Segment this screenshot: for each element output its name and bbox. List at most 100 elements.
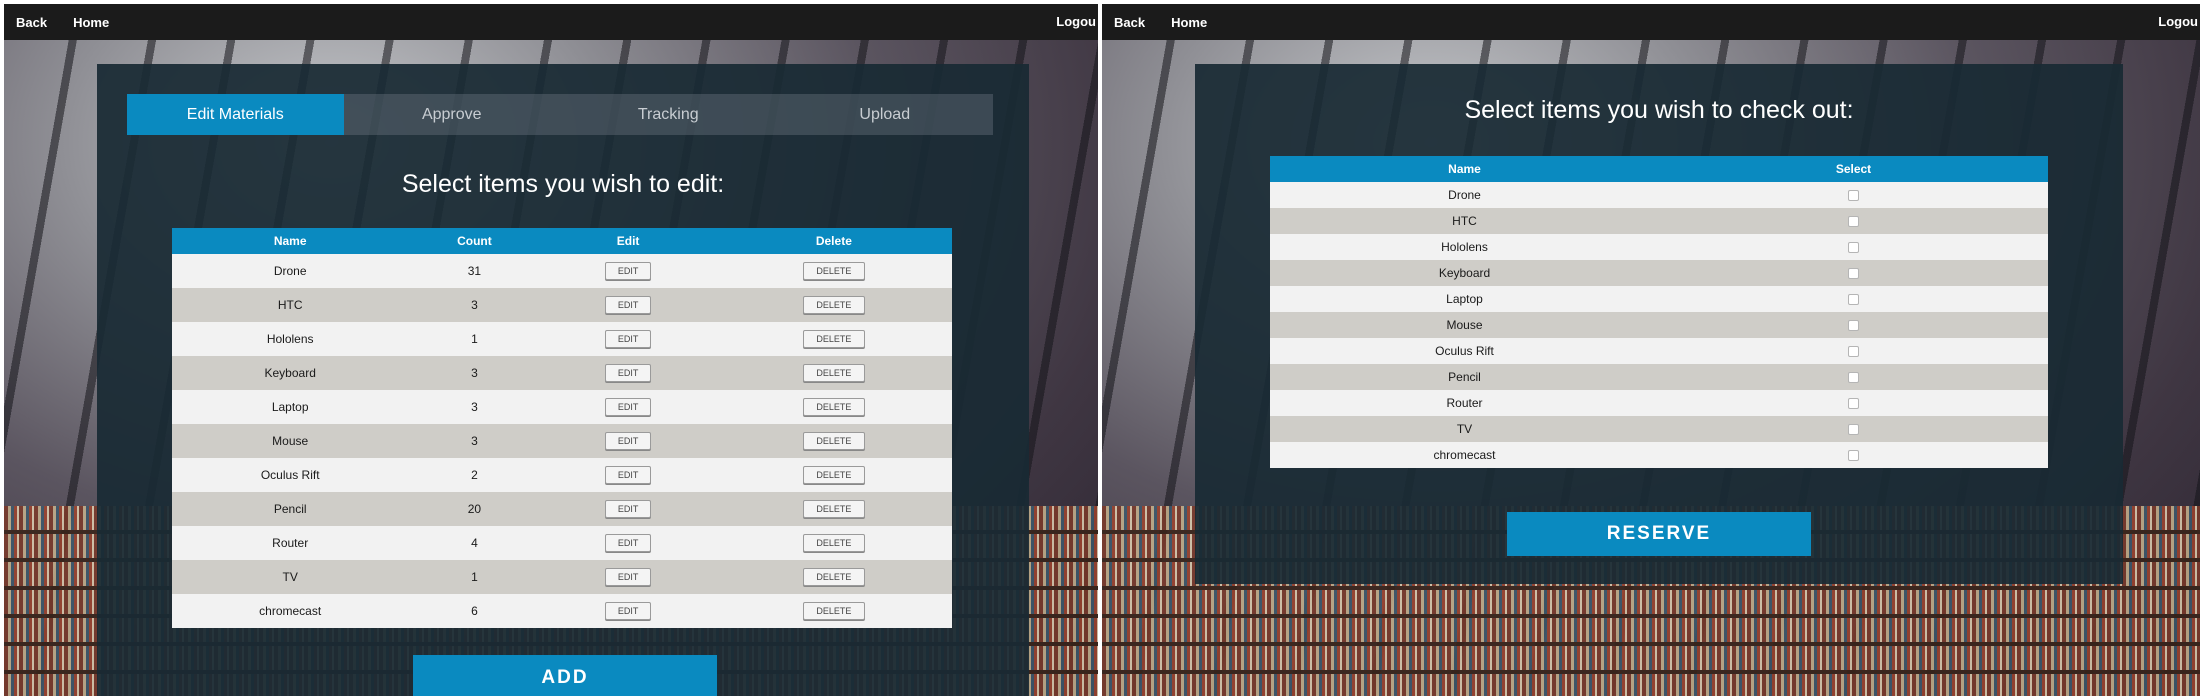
select-checkbox[interactable] xyxy=(1848,372,1859,384)
delete-button[interactable]: DELETE xyxy=(802,262,865,280)
edit-button[interactable]: EDIT xyxy=(605,330,652,348)
delete-button[interactable]: DELETE xyxy=(802,602,865,620)
table-row: Laptop 3 EDIT DELETE xyxy=(172,390,952,424)
edit-cell: EDIT xyxy=(540,254,716,288)
table-row: Laptop xyxy=(1270,286,2048,312)
select-checkbox[interactable] xyxy=(1848,398,1859,410)
select-checkbox[interactable] xyxy=(1848,424,1859,436)
item-count: 2 xyxy=(408,458,541,492)
tab-edit-materials[interactable]: Edit Materials xyxy=(127,94,344,135)
edit-cell: EDIT xyxy=(540,356,716,390)
column-header-edit: Edit xyxy=(540,228,716,254)
item-count: 3 xyxy=(408,356,541,390)
delete-cell: DELETE xyxy=(715,458,952,492)
item-name: Keyboard xyxy=(1270,260,1659,286)
tab-bar: Edit Materials Approve Tracking Upload xyxy=(127,94,993,135)
table-row: TV xyxy=(1270,416,2048,442)
edit-button[interactable]: EDIT xyxy=(605,466,652,484)
page-title: Select items you wish to edit: xyxy=(401,170,725,198)
table-row: Mouse 3 EDIT DELETE xyxy=(172,424,952,458)
delete-button[interactable]: DELETE xyxy=(802,398,865,416)
select-checkbox[interactable] xyxy=(1848,190,1859,202)
add-button[interactable]: ADD xyxy=(413,655,717,696)
edit-button[interactable]: EDIT xyxy=(605,262,652,280)
edit-materials-screen: Back Home Logou Edit Materials Approve T… xyxy=(4,4,1098,696)
delete-cell: DELETE xyxy=(715,288,952,322)
select-cell xyxy=(1659,312,2048,338)
item-count: 31 xyxy=(408,254,541,288)
back-link[interactable]: Back xyxy=(1114,15,1145,30)
edit-cell: EDIT xyxy=(540,458,716,492)
delete-button[interactable]: DELETE xyxy=(802,330,865,348)
table-row: Router 4 EDIT DELETE xyxy=(172,526,952,560)
table-row: Pencil xyxy=(1270,364,2048,390)
tab-upload[interactable]: Upload xyxy=(777,94,994,135)
select-cell xyxy=(1659,442,2048,468)
select-cell xyxy=(1659,416,2048,442)
edit-button[interactable]: EDIT xyxy=(605,432,652,450)
item-name: chromecast xyxy=(172,594,409,628)
delete-cell: DELETE xyxy=(715,492,952,526)
select-cell xyxy=(1659,286,2048,312)
item-name: Keyboard xyxy=(172,356,409,390)
item-count: 20 xyxy=(408,492,541,526)
tab-approve[interactable]: Approve xyxy=(344,94,561,135)
reserve-button[interactable]: RESERVE xyxy=(1507,512,1811,556)
edit-cell: EDIT xyxy=(540,390,716,424)
home-link[interactable]: Home xyxy=(1171,15,1207,30)
top-nav-bar: Back Home Logou xyxy=(1102,4,2200,40)
logout-link[interactable]: Logou xyxy=(1056,4,1098,40)
select-checkbox[interactable] xyxy=(1848,242,1859,254)
item-name: Mouse xyxy=(1270,312,1659,338)
item-count: 1 xyxy=(408,322,541,356)
item-name: HTC xyxy=(172,288,409,322)
select-checkbox[interactable] xyxy=(1848,216,1859,228)
edit-cell: EDIT xyxy=(540,424,716,458)
table-row: Drone xyxy=(1270,182,2048,208)
table-row: TV 1 EDIT DELETE xyxy=(172,560,952,594)
edit-button[interactable]: EDIT xyxy=(605,568,652,586)
delete-cell: DELETE xyxy=(715,356,952,390)
select-cell xyxy=(1659,260,2048,286)
materials-table: Name Count Edit Delete Drone 31 EDIT DELETE… xyxy=(172,228,952,628)
edit-button[interactable]: EDIT xyxy=(605,296,652,314)
edit-button[interactable]: EDIT xyxy=(605,534,652,552)
delete-button[interactable]: DELETE xyxy=(802,534,865,552)
table-row: Oculus Rift 2 EDIT DELETE xyxy=(172,458,952,492)
edit-cell: EDIT xyxy=(540,288,716,322)
delete-button[interactable]: DELETE xyxy=(802,500,865,518)
delete-button[interactable]: DELETE xyxy=(802,568,865,586)
page-title: Select items you wish to check out: xyxy=(1464,96,1854,124)
select-checkbox[interactable] xyxy=(1848,268,1859,280)
edit-button[interactable]: EDIT xyxy=(605,364,652,382)
item-count: 3 xyxy=(408,288,541,322)
logout-link[interactable]: Logou xyxy=(2158,4,2200,40)
delete-button[interactable]: DELETE xyxy=(802,432,865,450)
home-link[interactable]: Home xyxy=(73,15,109,30)
edit-button[interactable]: EDIT xyxy=(605,398,652,416)
item-name: TV xyxy=(172,560,409,594)
delete-button[interactable]: DELETE xyxy=(802,296,865,314)
select-checkbox[interactable] xyxy=(1848,450,1859,462)
delete-cell: DELETE xyxy=(715,322,952,356)
checkout-screen: Back Home Logou Select items you wish to… xyxy=(1102,4,2200,696)
item-name: Router xyxy=(172,526,409,560)
select-checkbox[interactable] xyxy=(1848,320,1859,332)
table-row: chromecast xyxy=(1270,442,2048,468)
select-cell xyxy=(1659,208,2048,234)
item-count: 6 xyxy=(408,594,541,628)
edit-button[interactable]: EDIT xyxy=(605,602,652,620)
delete-cell: DELETE xyxy=(715,526,952,560)
edit-button[interactable]: EDIT xyxy=(605,500,652,518)
item-name: Router xyxy=(1270,390,1659,416)
table-row: Hololens 1 EDIT DELETE xyxy=(172,322,952,356)
delete-button[interactable]: DELETE xyxy=(802,364,865,382)
select-checkbox[interactable] xyxy=(1848,294,1859,306)
select-cell xyxy=(1659,182,2048,208)
delete-cell: DELETE xyxy=(715,424,952,458)
tab-tracking[interactable]: Tracking xyxy=(560,94,777,135)
back-link[interactable]: Back xyxy=(16,15,47,30)
materials-table-body: Drone 31 EDIT DELETE HTC 3 EDIT DELETE Hololens 1… xyxy=(172,254,952,628)
delete-button[interactable]: DELETE xyxy=(802,466,865,484)
select-checkbox[interactable] xyxy=(1848,346,1859,358)
